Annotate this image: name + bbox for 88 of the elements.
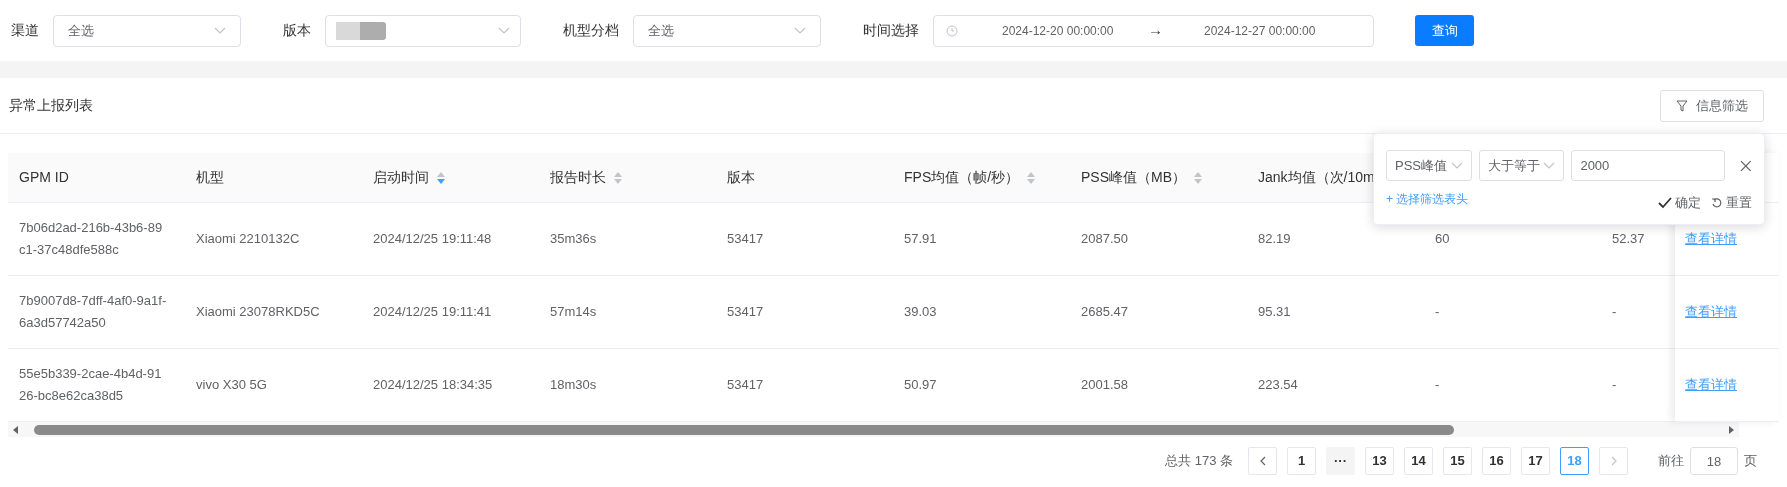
close-icon[interactable]: [1740, 159, 1752, 172]
table-cell-text: 2024/12/25 19:11:41: [373, 303, 492, 322]
table-cell-text: 18m30s: [550, 376, 597, 395]
table-cell-text: 57m14s: [550, 303, 597, 322]
table-cell-text: 2001.58: [1081, 376, 1128, 395]
end-date: 2024-12-27 00:00:00: [1204, 22, 1316, 40]
chevron-down-icon: [214, 26, 226, 35]
column-header: FPS均值（帧/秒）: [904, 168, 1020, 187]
range-separator: →: [1148, 20, 1164, 41]
select-field[interactable]: [325, 14, 521, 47]
column-header: 启动时间: [373, 168, 429, 187]
page-button[interactable]: 14: [1404, 447, 1433, 475]
table-cell-text: 53417: [727, 376, 764, 395]
page-unit-label: 页: [1744, 452, 1757, 471]
column-header: 版本: [727, 168, 755, 187]
table-cell-text: 7b06d2ad-216b-43b6-89c1-37c48dfe588c: [19, 219, 164, 259]
table-cell-text: 2024/12/25 18:34:35: [373, 376, 493, 395]
table-cell-text: 2087.50: [1081, 230, 1128, 249]
chevron-down-icon: [498, 26, 510, 35]
table-cell-text: -: [1435, 303, 1440, 322]
sort-icon[interactable]: [1194, 171, 1202, 184]
date-range-field[interactable]: 2024-12-20 00:00:00 → 2024-12-27 00:00:00: [933, 14, 1374, 47]
page-button[interactable]: 1: [1287, 447, 1316, 475]
sort-icon[interactable]: [1027, 171, 1036, 184]
table-cell-text: 7b9007d8-7dff-4af0-9a1f-6a3d57742a50: [19, 292, 167, 332]
list-title: 异常上报列表: [9, 96, 93, 115]
table-cell-text: 35m36s: [550, 230, 597, 249]
table-cell-text: 95.31: [1258, 303, 1291, 322]
table-cell-text: 50.97: [904, 376, 937, 395]
filter-icon: [1676, 99, 1688, 112]
column-header: 报告时长: [550, 168, 606, 187]
scroll-left-icon[interactable]: [12, 424, 20, 435]
start-date: 2024-12-20 00:00:00: [1002, 22, 1115, 40]
chevron-right-icon: [1610, 456, 1617, 466]
table-cell-text: 53417: [727, 303, 764, 322]
table-cell-text: 52.37: [1612, 230, 1645, 249]
table-cell-text: 82.19: [1258, 230, 1291, 249]
confirm-button[interactable]: 确定: [1658, 193, 1701, 213]
field-select[interactable]: PSS峰值: [1386, 150, 1472, 181]
reset-icon: [1711, 196, 1723, 209]
table-cell-text: 60: [1435, 230, 1450, 249]
scroll-right-icon[interactable]: [1727, 424, 1735, 435]
total-count: 总共 173 条: [1165, 452, 1233, 471]
reset-button[interactable]: 重置: [1711, 193, 1752, 213]
goto-label: 前往: [1658, 452, 1684, 471]
table-cell-text: Xiaomi 2210132C: [196, 230, 300, 249]
check-icon: [1658, 196, 1672, 209]
chevron-down-icon: [1543, 161, 1556, 170]
operator-select[interactable]: 大于等于: [1478, 150, 1565, 181]
query-button[interactable]: 查询: [1415, 15, 1474, 46]
page-button[interactable]: 13: [1365, 447, 1394, 475]
page-button[interactable]: 17: [1521, 447, 1550, 475]
table-cell-text: -: [1612, 376, 1617, 395]
table-cell-text: -: [1612, 303, 1617, 322]
sort-icon[interactable]: [614, 171, 622, 184]
filter-label: 版本: [283, 21, 311, 40]
select-field[interactable]: 全选: [53, 14, 241, 47]
value-input[interactable]: 2000: [1571, 150, 1726, 181]
table-cell-text: Xiaomi 23078RKD5C: [196, 303, 320, 322]
page-input[interactable]: 18: [1690, 447, 1738, 475]
table-cell-text: 55e5b339-2cae-4b4d-9126-bc8e62ca38d5: [19, 365, 163, 405]
blurred-value: [336, 21, 386, 40]
table-cell-text: -: [1435, 376, 1440, 395]
filter-label: 渠道: [11, 21, 39, 40]
table-cell-text: 2685.47: [1081, 303, 1128, 322]
horizontal-scrollbar[interactable]: [8, 422, 1739, 437]
table-cell-text: 39.03: [904, 303, 937, 322]
table-cell-text: 57.91: [904, 230, 937, 249]
table-cell-text: vivo X30 5G: [196, 376, 267, 395]
chevron-down-icon: [1450, 161, 1463, 170]
clock-icon: [946, 24, 958, 37]
column-header: 机型: [196, 168, 224, 187]
filter-label: 时间选择: [863, 21, 919, 40]
sort-icon[interactable]: [437, 171, 445, 184]
table-cell-text: 223.54: [1258, 376, 1298, 395]
column-header: PSS峰值（MB）: [1081, 168, 1186, 187]
column-header: GPM ID: [19, 168, 69, 187]
filter-button[interactable]: 信息筛选: [1660, 89, 1764, 122]
chevron-down-icon: [794, 26, 806, 35]
page-button[interactable]: 16: [1482, 447, 1511, 475]
chevron-left-icon: [1259, 456, 1266, 466]
more-pages-button[interactable]: ···: [1326, 447, 1355, 475]
filter-label: 机型分档: [563, 21, 619, 40]
select-field[interactable]: 全选: [633, 14, 821, 47]
page-button[interactable]: 15: [1443, 447, 1472, 475]
table-cell-text: 53417: [727, 230, 764, 249]
previous-page-button[interactable]: [1248, 447, 1277, 475]
table-cell-text: 2024/12/25 19:11:48: [373, 230, 492, 249]
